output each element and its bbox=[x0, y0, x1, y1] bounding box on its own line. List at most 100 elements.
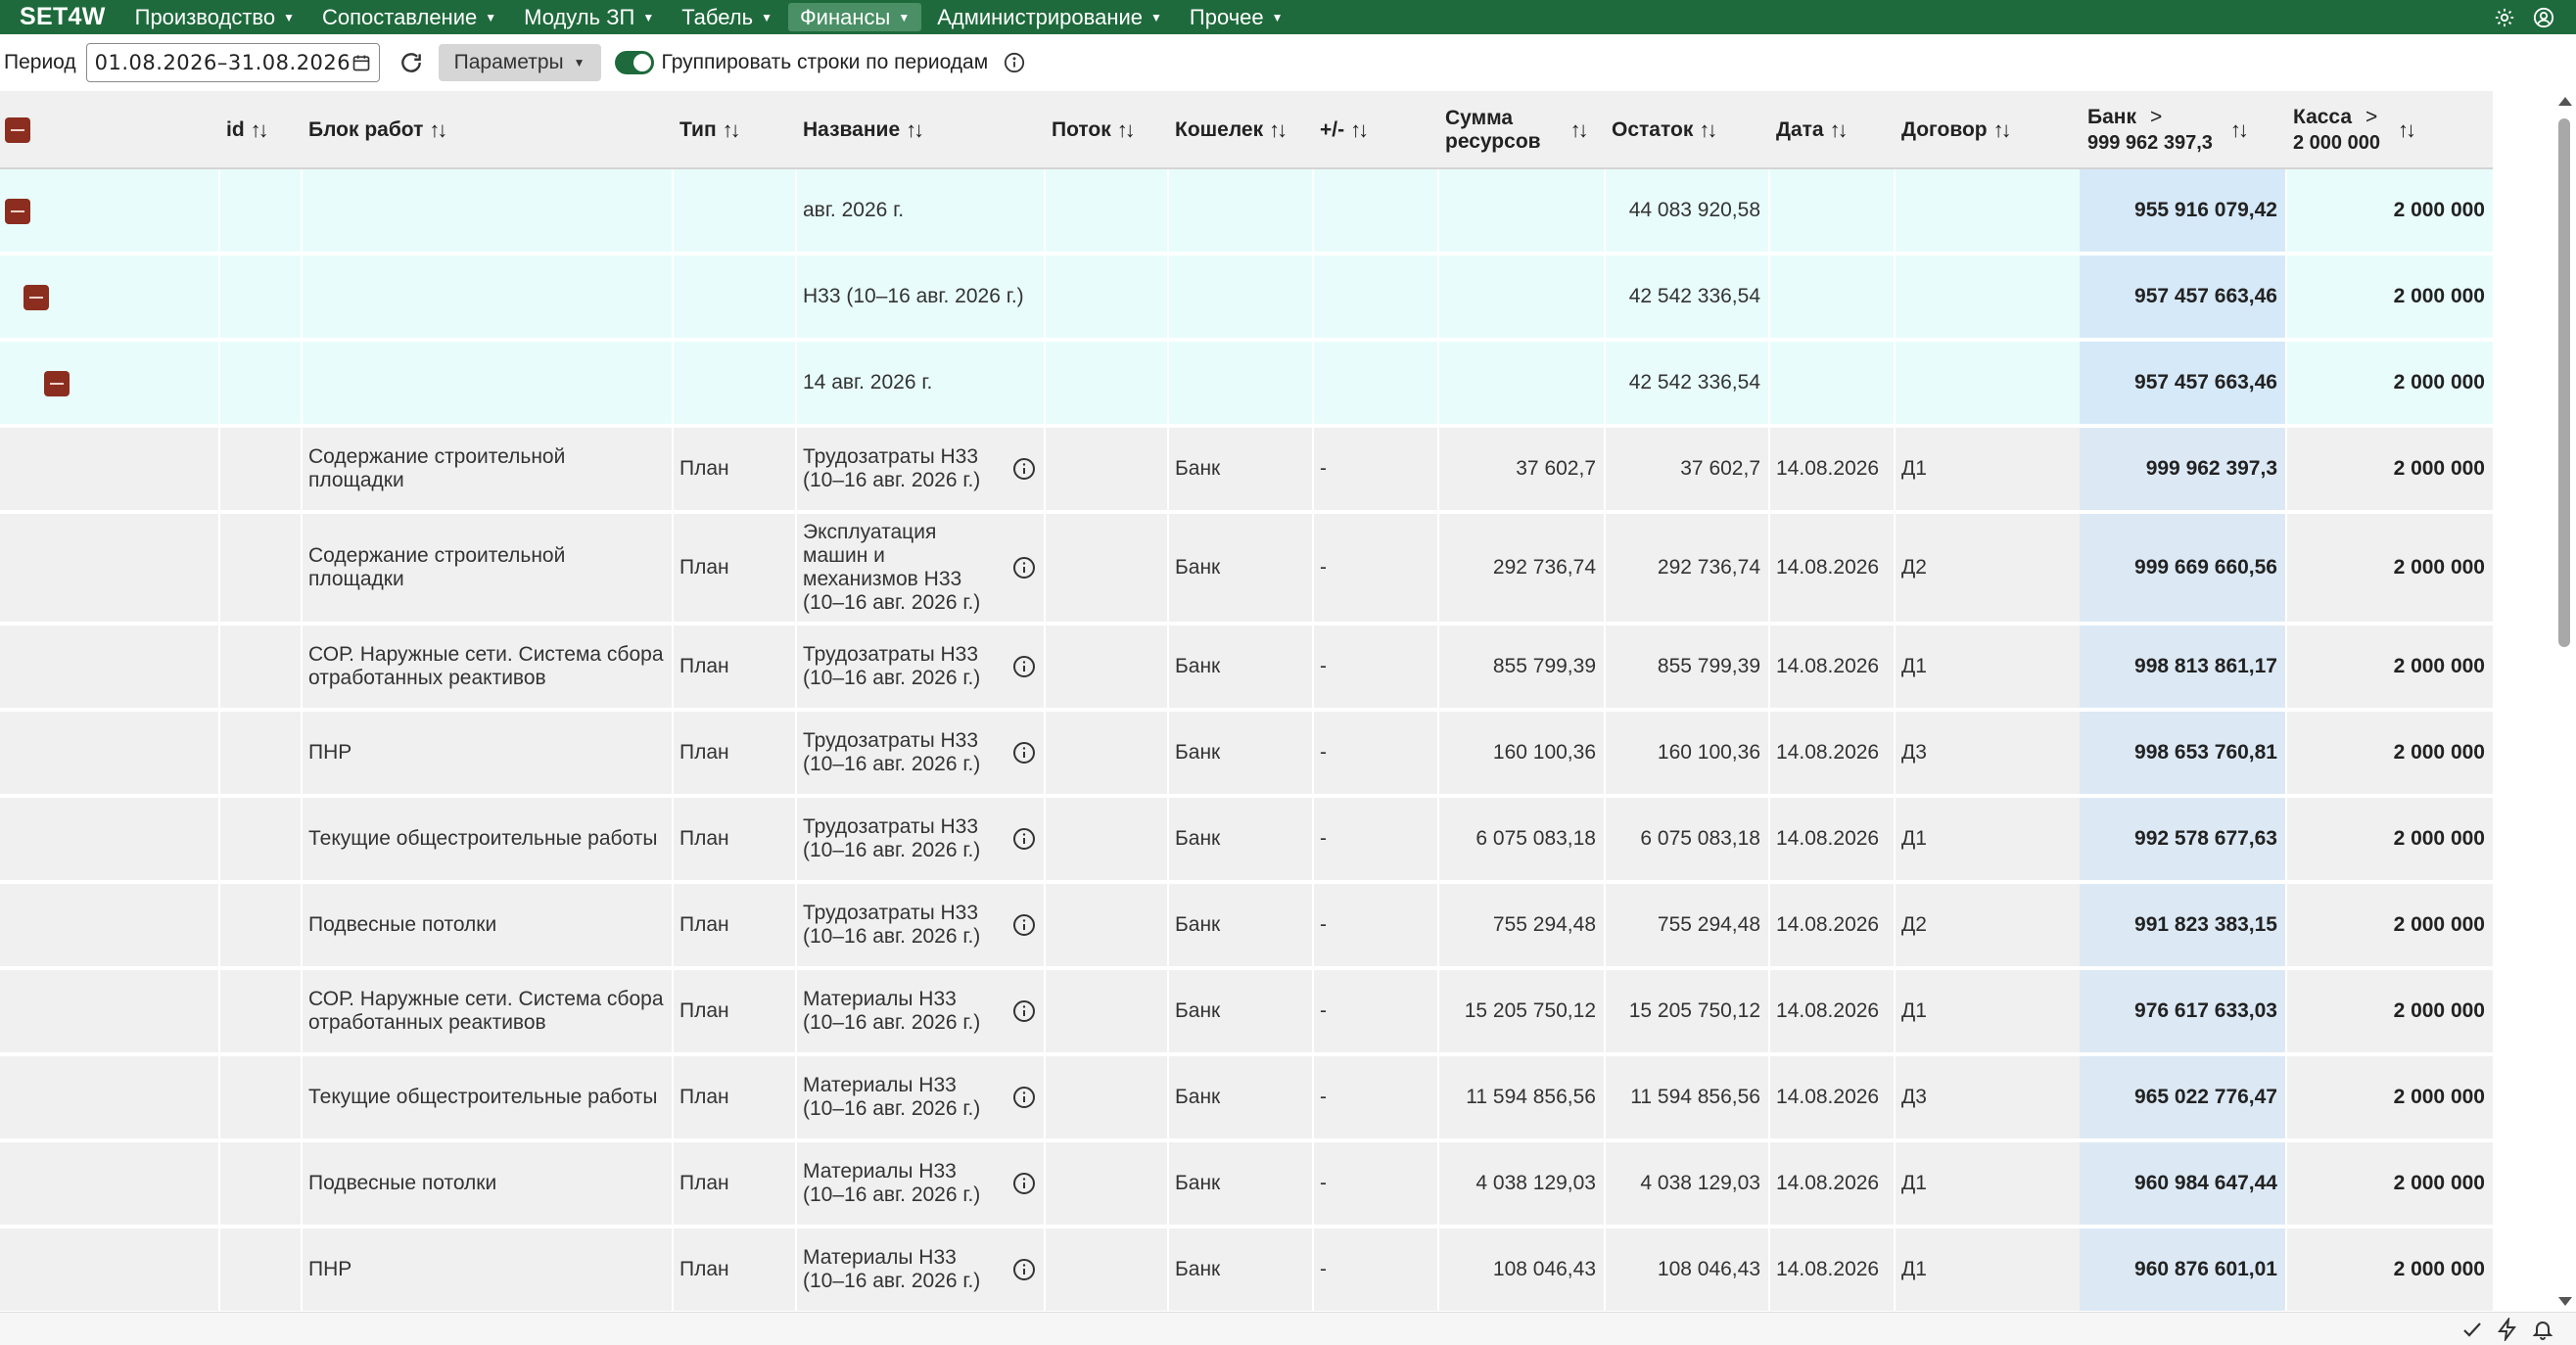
period-date-range-input[interactable]: 01.08.2026–31.08.2026 bbox=[85, 43, 380, 82]
sort-icon[interactable]: ↑↓ bbox=[1117, 117, 1136, 143]
menu-administration[interactable]: Администрирование ▼ bbox=[925, 3, 1174, 31]
col-header-id[interactable]: id ↑↓ bbox=[218, 91, 301, 169]
bolt-icon[interactable] bbox=[2496, 1317, 2519, 1341]
col-header-bank[interactable]: Банк > 999 962 397,3 ↑↓ bbox=[2080, 91, 2285, 169]
work-block: ПНР bbox=[301, 1229, 672, 1311]
info-icon[interactable] bbox=[1012, 457, 1036, 481]
row-name-line: машин и bbox=[803, 544, 885, 567]
group-by-period-toggle[interactable] bbox=[614, 51, 654, 74]
brand-logo[interactable]: SET4W bbox=[0, 3, 123, 31]
info-icon[interactable] bbox=[1012, 741, 1036, 765]
col-header-wallet[interactable]: Кошелек ↑↓ bbox=[1167, 91, 1312, 169]
sort-icon[interactable]: ↑↓ bbox=[2398, 117, 2416, 143]
sort-icon[interactable]: ↑↓ bbox=[2230, 117, 2249, 143]
work-block: СОР. Наружные сети. Система сбора отработ… bbox=[301, 626, 672, 708]
row-type-text: План bbox=[679, 827, 729, 850]
table-row[interactable]: Текущие общестроительные работы План Матер… bbox=[0, 1056, 2493, 1142]
info-icon[interactable] bbox=[1012, 556, 1036, 580]
row-type-text: План bbox=[679, 999, 729, 1022]
info-icon[interactable] bbox=[1012, 1172, 1036, 1195]
work-block-lines: Текущие общестроительные работы bbox=[308, 827, 658, 851]
table-row[interactable]: Содержание строительной площадки План Трудо… bbox=[0, 428, 2493, 514]
gear-icon[interactable] bbox=[2494, 7, 2515, 28]
row-name-line: Трудозатраты Н33 bbox=[803, 729, 979, 752]
row-bank-text: 960 984 647,44 bbox=[2134, 1172, 2277, 1194]
sort-icon[interactable]: ↑↓ bbox=[1993, 117, 2012, 143]
menu-other[interactable]: Прочее ▼ bbox=[1178, 3, 1295, 31]
table-row[interactable]: СОР. Наружные сети. Система сбора отработ… bbox=[0, 970, 2493, 1056]
table-row[interactable]: Текущие общестроительные работы План Трудо… bbox=[0, 798, 2493, 884]
col-header-resource-sum[interactable]: Сумма ресурсов ↑↓ bbox=[1437, 91, 1604, 169]
scrollbar-thumb[interactable] bbox=[2558, 118, 2570, 647]
info-icon[interactable] bbox=[1004, 52, 1025, 73]
row-date-text: 14.08.2026 bbox=[1776, 457, 1880, 480]
info-icon[interactable] bbox=[1012, 1086, 1036, 1109]
work-block-lines: СОР. Наружные сети. Система сбора отработ… bbox=[308, 988, 664, 1035]
col-header-plus-minus[interactable]: +/- ↑↓ bbox=[1312, 91, 1437, 169]
row-balance: 4 038 129,03 bbox=[1604, 1142, 1768, 1225]
table-row[interactable]: ПНР План Трудозатраты Н33 (10–16 авг. 2026 … bbox=[0, 712, 2493, 798]
column-divider bbox=[218, 428, 220, 510]
collapse-group-button[interactable] bbox=[23, 285, 49, 310]
table-row[interactable]: ПНР План Материалы Н33 (10–16 авг. 2026 г.)… bbox=[0, 1229, 2493, 1312]
col-header-name[interactable]: Название ↑↓ bbox=[795, 91, 1044, 169]
chevron-right-icon[interactable]: > bbox=[2365, 106, 2377, 128]
scroll-down-arrow[interactable] bbox=[2558, 1297, 2572, 1306]
row-plus-minus-text: - bbox=[1320, 457, 1327, 480]
info-icon[interactable] bbox=[1012, 999, 1036, 1023]
row-contract-text: Д1 bbox=[1901, 655, 1927, 677]
group-row[interactable]: Н33 (10–16 авг. 2026 г.) 42 542 336,54 957… bbox=[0, 255, 2493, 342]
column-divider bbox=[1167, 169, 1169, 252]
row-name-line: (10–16 авг. 2026 г.) bbox=[803, 591, 981, 614]
row-cash-text: 2 000 000 bbox=[2393, 827, 2485, 850]
col-header-contract[interactable]: Договор ↑↓ bbox=[1894, 91, 2080, 169]
col-header-cash[interactable]: Касса > 2 000 000 ↑↓ bbox=[2285, 91, 2493, 169]
table-row[interactable]: Подвесные потолки План Трудозатраты Н33 (10… bbox=[0, 884, 2493, 970]
bell-icon[interactable] bbox=[2531, 1318, 2554, 1341]
row-type-text: План bbox=[679, 457, 729, 480]
info-icon[interactable] bbox=[1012, 913, 1036, 937]
group-row[interactable]: 14 авг. 2026 г. 42 542 336,54 957 457 663,… bbox=[0, 342, 2493, 428]
col-header-type[interactable]: Тип ↑↓ bbox=[672, 91, 795, 169]
scroll-up-arrow[interactable] bbox=[2558, 97, 2572, 106]
group-row[interactable]: авг. 2026 г. 44 083 920,58 955 916 079,42 2… bbox=[0, 169, 2493, 255]
menu-payroll[interactable]: Модуль ЗП ▼ bbox=[512, 3, 666, 31]
collapse-group-button[interactable] bbox=[5, 199, 30, 224]
row-bank: 999 669 660,56 bbox=[2080, 514, 2285, 622]
row-name-line: (10–16 авг. 2026 г.) bbox=[803, 667, 981, 689]
sort-icon[interactable]: ↑↓ bbox=[906, 117, 924, 143]
info-icon[interactable] bbox=[1012, 1258, 1036, 1281]
parameters-dropdown-button[interactable]: Параметры ▼ bbox=[438, 44, 601, 81]
refresh-button[interactable] bbox=[398, 49, 425, 76]
sort-icon[interactable]: ↑↓ bbox=[429, 117, 447, 143]
user-circle-icon[interactable] bbox=[2533, 7, 2554, 28]
sort-icon[interactable]: ↑↓ bbox=[723, 117, 741, 143]
table-row[interactable]: Подвесные потолки План Материалы Н33 (10–16… bbox=[0, 1142, 2493, 1229]
menu-timesheet[interactable]: Табель ▼ bbox=[670, 3, 784, 31]
sort-icon[interactable]: ↑↓ bbox=[1269, 117, 1288, 143]
sort-icon[interactable]: ↑↓ bbox=[251, 117, 269, 143]
col-header-date[interactable]: Дата ↑↓ bbox=[1768, 91, 1894, 169]
col-header-flow[interactable]: Поток ↑↓ bbox=[1044, 91, 1167, 169]
col-header-work-block[interactable]: Блок работ ↑↓ bbox=[301, 91, 672, 169]
sort-icon[interactable]: ↑↓ bbox=[1350, 117, 1369, 143]
check-icon[interactable] bbox=[2460, 1318, 2484, 1341]
column-divider bbox=[1044, 626, 1046, 708]
col-header-balance[interactable]: Остаток ↑↓ bbox=[1604, 91, 1768, 169]
collapse-group-button[interactable] bbox=[44, 371, 70, 396]
menu-production[interactable]: Производство ▼ bbox=[123, 3, 306, 31]
info-icon[interactable] bbox=[1012, 655, 1036, 678]
menu-matching[interactable]: Сопоставление ▼ bbox=[310, 3, 508, 31]
row-contract-text: Д2 bbox=[1901, 913, 1927, 936]
sort-icon[interactable]: ↑↓ bbox=[1830, 117, 1849, 143]
vertical-scrollbar[interactable] bbox=[2554, 91, 2576, 1312]
menu-finance[interactable]: Финансы ▼ bbox=[787, 3, 922, 31]
sort-icon[interactable]: ↑↓ bbox=[1570, 117, 1589, 143]
sort-icon[interactable]: ↑↓ bbox=[1699, 117, 1717, 143]
collapse-all-button[interactable] bbox=[5, 117, 30, 143]
info-icon[interactable] bbox=[1012, 827, 1036, 851]
chevron-right-icon[interactable]: > bbox=[2150, 106, 2162, 128]
calendar-icon[interactable] bbox=[351, 53, 371, 72]
table-row[interactable]: СОР. Наружные сети. Система сбора отработ… bbox=[0, 626, 2493, 712]
table-row[interactable]: Содержание строительной площадки План Экспл… bbox=[0, 514, 2493, 626]
